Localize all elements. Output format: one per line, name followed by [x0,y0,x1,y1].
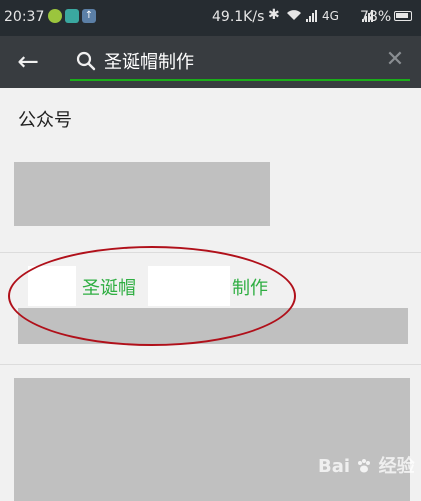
clear-button[interactable]: ✕ [382,47,408,73]
battery-percent: 78% [360,9,392,25]
signal-icon [306,10,320,22]
back-button[interactable]: ← [12,47,44,77]
upload-notification-icon: ↑ [82,9,96,23]
redacted-description [18,308,408,344]
notification-app-icon [48,9,62,23]
network-speed: 49.1K/s [212,9,265,25]
battery-icon [394,11,412,21]
search-field[interactable]: ✕ [70,43,410,81]
search-header: ← ✕ [0,36,421,88]
redacted-text [148,266,230,306]
close-icon: ✕ [385,47,405,72]
result-title-part2: 制作 [232,278,268,299]
search-underline [70,79,410,81]
paw-icon [358,459,371,473]
watermark-text: Bai [318,456,351,477]
watermark-logo: Bai 经验 [318,452,415,478]
network-type: 4G [322,9,339,23]
search-input[interactable] [104,47,374,75]
redacted-avatar [28,266,76,306]
redacted-result[interactable] [14,162,270,226]
arrow-left-icon: ← [17,47,39,77]
redacted-result[interactable] [14,378,410,501]
bluetooth-icon: ✱ [268,7,280,23]
status-bar: 20:37 ↑ 49.1K/s ✱ 4G 78% [0,0,421,36]
wifi-icon [287,10,301,20]
divider [0,364,421,365]
result-title-part1: 圣诞帽 [82,278,136,299]
watermark-suffix: 经验 [378,456,415,477]
search-results: 公众号 圣诞帽 制作 Bai 经验 [0,88,421,501]
notification-app-icon [65,9,79,23]
status-time: 20:37 [4,9,45,25]
section-title: 公众号 [18,110,72,131]
highlighted-result[interactable]: 圣诞帽 制作 [0,248,421,366]
search-icon [76,51,96,71]
